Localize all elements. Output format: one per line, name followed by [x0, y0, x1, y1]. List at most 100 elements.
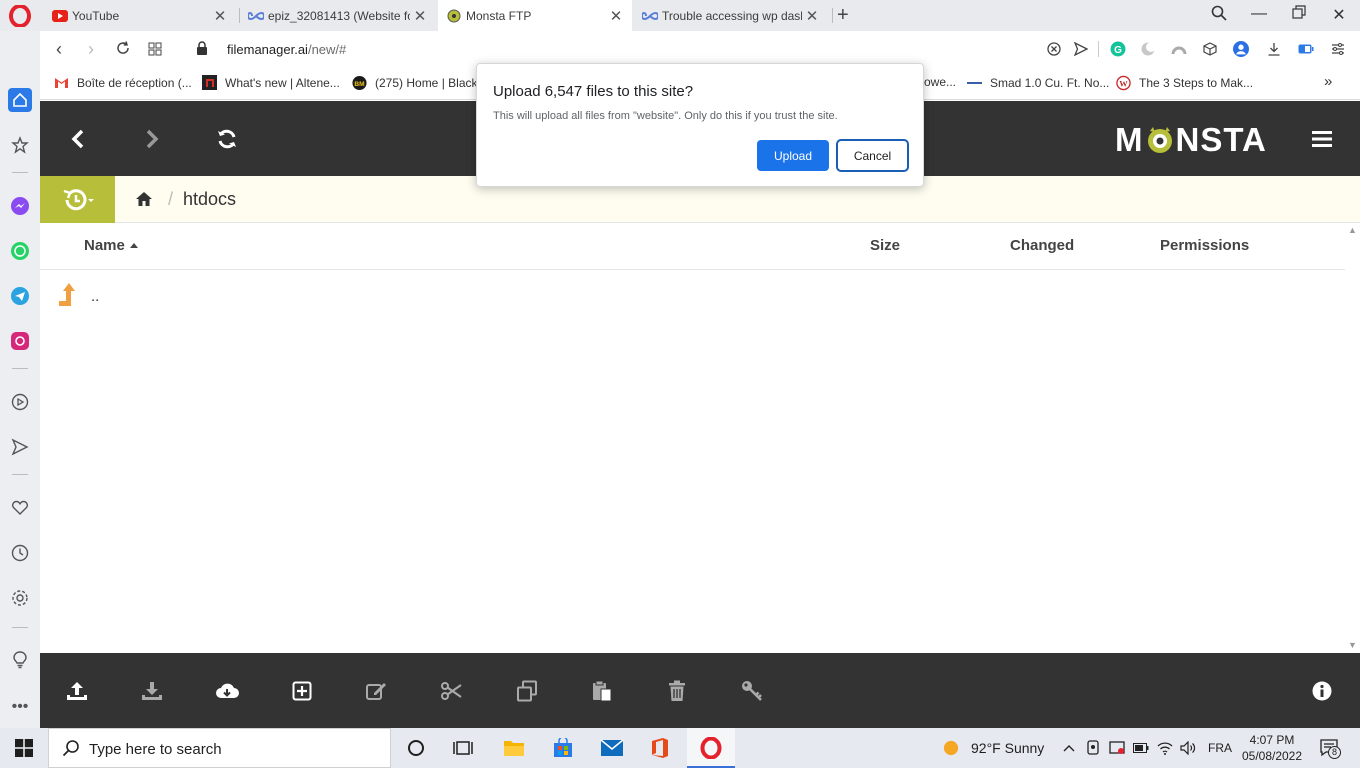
bookmark-smad[interactable]: Smad 1.0 Cu. Ft. No... [967, 75, 1109, 90]
microsoft-store-icon[interactable] [551, 736, 575, 760]
opera-menu-icon[interactable] [9, 5, 31, 27]
task-view-icon[interactable] [451, 736, 475, 760]
new-item-plus-icon[interactable] [290, 679, 314, 703]
taskbar-search-box[interactable]: Type here to search [48, 728, 391, 768]
bookmark-3-steps[interactable]: W The 3 Steps to Mak... [1116, 75, 1253, 90]
mail-icon[interactable] [600, 736, 624, 760]
url-field[interactable]: filemanager.ai/new/# [227, 42, 346, 57]
column-permissions-header[interactable]: Permissions [1160, 237, 1249, 254]
reload-icon[interactable] [113, 40, 133, 61]
messenger-icon[interactable] [8, 194, 32, 218]
new-tab-plus-icon[interactable]: + [837, 4, 849, 27]
bookmark-altene[interactable]: What's new | Altene... [202, 75, 340, 90]
office-icon[interactable] [648, 736, 672, 760]
home-folder-icon[interactable] [135, 190, 153, 208]
file-list-scrollbar[interactable]: ▲ ▼ [1345, 223, 1360, 653]
instagram-icon[interactable] [8, 329, 32, 353]
upload-button[interactable]: Upload [757, 140, 829, 171]
more-bookmarks-icon[interactable]: » [1324, 73, 1332, 90]
cloud-download-icon[interactable] [215, 679, 239, 703]
column-changed-header[interactable]: Changed [1010, 237, 1074, 254]
battery-saver-icon[interactable] [1298, 41, 1314, 57]
send-page-icon[interactable] [1073, 41, 1089, 57]
file-explorer-icon[interactable] [502, 736, 526, 760]
block-ads-icon[interactable] [1046, 41, 1062, 57]
parent-directory-row[interactable]: .. [40, 271, 1345, 319]
column-name-header[interactable]: Name [84, 237, 138, 254]
scroll-up-icon[interactable]: ▲ [1348, 225, 1357, 235]
opera-browser-icon[interactable] [699, 736, 723, 760]
back-arrow-icon[interactable] [64, 125, 92, 153]
breadcrumb-current-folder[interactable]: htdocs [183, 189, 236, 210]
bookmark-gmail[interactable]: Boîte de réception (... [54, 75, 192, 90]
grammarly-icon[interactable]: G [1110, 41, 1126, 57]
upload-icon[interactable] [65, 679, 89, 703]
screen-record-icon[interactable] [1109, 740, 1125, 756]
search-tabs-icon[interactable] [1208, 5, 1230, 26]
settings-gear-icon[interactable] [8, 586, 32, 610]
send-icon[interactable] [8, 435, 32, 459]
tab-epiz[interactable]: epiz_32081413 (Website fo ✕ [240, 0, 436, 31]
windows-start-icon[interactable] [15, 739, 33, 757]
notification-center-icon[interactable]: 8 [1318, 739, 1342, 759]
tab-trouble[interactable]: Trouble accessing wp dash ✕ [634, 0, 828, 31]
extension-cube-icon[interactable] [1202, 41, 1218, 57]
minimize-icon[interactable]: — [1248, 5, 1270, 23]
hamburger-menu-icon[interactable] [1308, 125, 1336, 153]
close-icon[interactable]: ✕ [210, 7, 230, 25]
copy-icon[interactable] [515, 679, 539, 703]
weather-text[interactable]: 92°F Sunny [971, 740, 1044, 756]
extension-arc-icon[interactable] [1171, 41, 1187, 57]
tabs-grid-icon[interactable] [145, 40, 165, 61]
close-icon[interactable]: ✕ [606, 7, 626, 25]
easy-setup-icon[interactable] [1330, 41, 1346, 57]
profile-avatar-icon[interactable] [1233, 41, 1249, 57]
download-icon[interactable] [1266, 41, 1282, 57]
restore-icon[interactable] [1288, 5, 1310, 24]
close-icon[interactable]: ✕ [802, 7, 822, 25]
windows-taskbar: Type here to search 92°F Sunny FRA 4:07 … [0, 728, 1360, 768]
lock-icon[interactable] [192, 40, 212, 61]
star-icon[interactable] [8, 133, 32, 157]
bookmark-black[interactable]: BM (275) Home | Black [352, 75, 478, 90]
history-clock-icon[interactable] [8, 541, 32, 565]
telegram-icon[interactable] [8, 284, 32, 308]
forward-icon[interactable]: › [81, 39, 101, 60]
tab-youtube[interactable]: YouTube ✕ [44, 0, 236, 31]
close-icon[interactable]: ✕ [410, 7, 430, 25]
extension-moon-icon[interactable] [1140, 41, 1156, 57]
refresh-icon[interactable] [213, 125, 241, 153]
player-icon[interactable] [8, 390, 32, 414]
forward-arrow-icon[interactable] [138, 125, 166, 153]
wifi-icon[interactable] [1157, 740, 1173, 756]
download-file-icon[interactable] [140, 679, 164, 703]
tab-monsta-ftp[interactable]: Monsta FTP ✕ [438, 0, 632, 31]
permissions-key-icon[interactable] [740, 679, 764, 703]
scroll-down-icon[interactable]: ▼ [1348, 640, 1357, 650]
weather-sun-icon[interactable] [943, 740, 959, 756]
whatsapp-icon[interactable] [8, 239, 32, 263]
edit-icon[interactable] [365, 679, 389, 703]
heart-icon[interactable] [8, 496, 32, 520]
battery-icon[interactable] [1133, 740, 1149, 756]
delete-trash-icon[interactable] [665, 679, 689, 703]
meet-now-icon[interactable] [1085, 740, 1101, 756]
volume-icon[interactable] [1180, 740, 1196, 756]
paste-icon[interactable] [590, 679, 614, 703]
cancel-button[interactable]: Cancel [836, 139, 909, 172]
column-size-header[interactable]: Size [870, 237, 900, 254]
cortana-icon[interactable] [404, 736, 428, 760]
close-window-icon[interactable]: ✕ [1328, 5, 1350, 25]
chevron-up-icon[interactable] [1061, 740, 1077, 756]
home-icon[interactable] [8, 88, 32, 112]
cut-scissors-icon[interactable] [440, 679, 464, 703]
bookmark-label: What's new | Altene... [225, 75, 340, 90]
info-icon[interactable] [1310, 679, 1334, 703]
system-clock[interactable]: 4:07 PM 05/08/2022 [1241, 732, 1303, 764]
history-dropdown-button[interactable] [40, 176, 115, 223]
back-icon[interactable]: ‹ [49, 39, 69, 60]
more-options-icon[interactable]: ••• [8, 695, 32, 719]
input-language[interactable]: FRA [1208, 741, 1232, 755]
bookmark-owe[interactable]: owe... [924, 75, 956, 89]
lightbulb-icon[interactable] [8, 648, 32, 672]
